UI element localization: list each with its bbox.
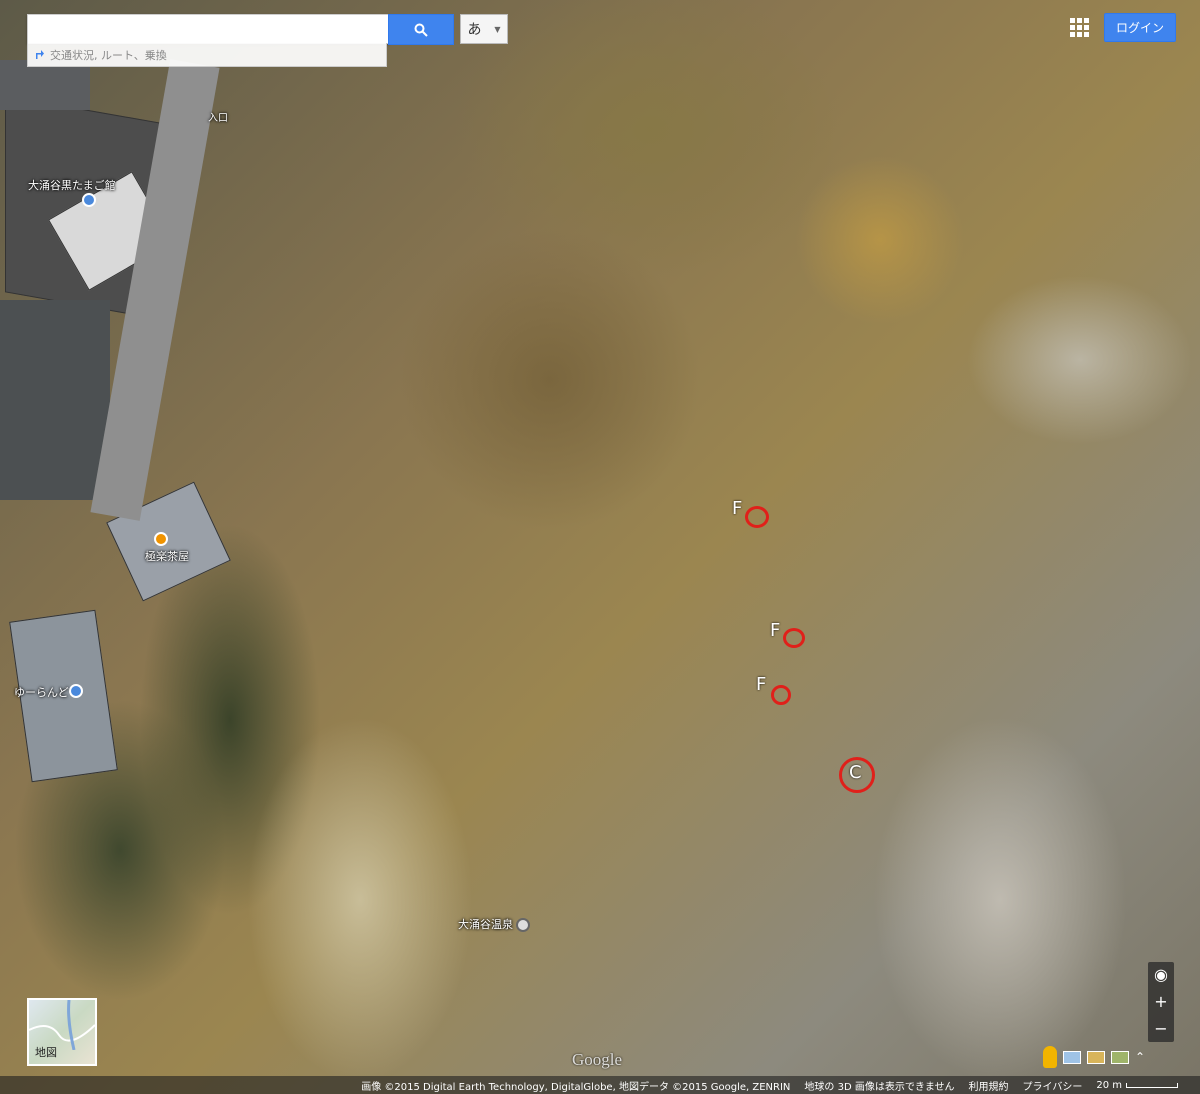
scale-label: 20 m bbox=[1096, 1079, 1122, 1091]
imagery-thumb-sand-icon[interactable] bbox=[1087, 1050, 1105, 1064]
marker-letter-f2: F bbox=[770, 620, 781, 641]
chevron-down-icon: ▼ bbox=[494, 24, 501, 34]
marker-letter-f3: F bbox=[756, 674, 767, 695]
terms-link[interactable]: 利用規約 bbox=[969, 1078, 1009, 1093]
poi-label-gokuraku-chaya[interactable]: 極楽茶屋 bbox=[145, 548, 189, 564]
food-icon[interactable] bbox=[154, 532, 168, 546]
attribution-bar: 画像 ©2015 Digital Earth Technology, Digit… bbox=[0, 1076, 1200, 1094]
zoom-out-button[interactable]: − bbox=[1148, 1018, 1174, 1040]
marker-letter-f1: F bbox=[732, 498, 743, 519]
search-input[interactable] bbox=[28, 15, 390, 41]
directions-label: 交通状況, ルート、乗換 bbox=[50, 48, 167, 62]
map-type-toggle[interactable]: 地図 bbox=[27, 998, 97, 1066]
hot-spring-icon[interactable] bbox=[516, 918, 530, 932]
poi-label-tamago-kan[interactable]: 大涌谷黒たまご館 bbox=[28, 177, 116, 193]
zoom-in-button[interactable]: + bbox=[1148, 991, 1174, 1013]
input-method-button[interactable]: あ ▼ bbox=[460, 14, 508, 44]
pegman-icon[interactable] bbox=[1043, 1046, 1057, 1068]
shopping-bag-icon[interactable] bbox=[69, 684, 83, 698]
scale-bar[interactable]: 20 m bbox=[1096, 1080, 1178, 1091]
location-icon[interactable]: ◉ bbox=[1148, 964, 1174, 986]
poi-label-entrance[interactable]: 入口 bbox=[208, 109, 228, 124]
imagery-attribution: 画像 ©2015 Digital Earth Technology, Digit… bbox=[361, 1081, 791, 1093]
search-box bbox=[27, 14, 390, 44]
map-thumbnail-icon bbox=[29, 1000, 95, 1050]
scale-line bbox=[1126, 1082, 1178, 1088]
map-type-label: 地図 bbox=[35, 1046, 57, 1059]
directions-icon bbox=[36, 50, 44, 59]
marker-circle-f3 bbox=[771, 685, 791, 705]
zoom-controls: ◉ + − bbox=[1148, 962, 1174, 1042]
directions-bar[interactable]: 交通状況, ルート、乗換 bbox=[27, 43, 387, 67]
marker-circle-f1 bbox=[745, 506, 769, 528]
marker-circle-f2 bbox=[783, 628, 805, 648]
privacy-link[interactable]: プライバシー bbox=[1023, 1078, 1083, 1093]
search-button[interactable] bbox=[388, 14, 454, 45]
poi-label-yuland[interactable]: ゆーらんど bbox=[14, 684, 69, 700]
marker-letter-c: C bbox=[849, 762, 862, 783]
search-icon bbox=[414, 23, 428, 37]
3d-notice: 地球の 3D 画像は表示できません bbox=[804, 1081, 955, 1093]
parking-lot bbox=[0, 300, 110, 500]
google-logo: Google bbox=[572, 1050, 623, 1069]
login-button[interactable]: ログイン bbox=[1104, 13, 1176, 42]
satellite-map[interactable]: 大涌谷黒たまご館 極楽茶屋 ゆーらんど 大涌谷温泉 入口 F F F C bbox=[0, 0, 1200, 1094]
imagery-thumb-water-icon[interactable] bbox=[1063, 1050, 1081, 1064]
input-method-label: あ bbox=[467, 22, 482, 38]
imagery-thumb-terrain-icon[interactable] bbox=[1111, 1050, 1129, 1064]
grid-icon[interactable] bbox=[1068, 16, 1090, 38]
poi-label-owakudani-onsen[interactable]: 大涌谷温泉 bbox=[458, 916, 513, 932]
bus-lot bbox=[0, 60, 90, 110]
bottom-controls: ⌃ bbox=[1043, 1043, 1174, 1071]
expand-icon[interactable]: ⌃ bbox=[1135, 1050, 1145, 1064]
shopping-bag-icon[interactable] bbox=[82, 193, 96, 207]
